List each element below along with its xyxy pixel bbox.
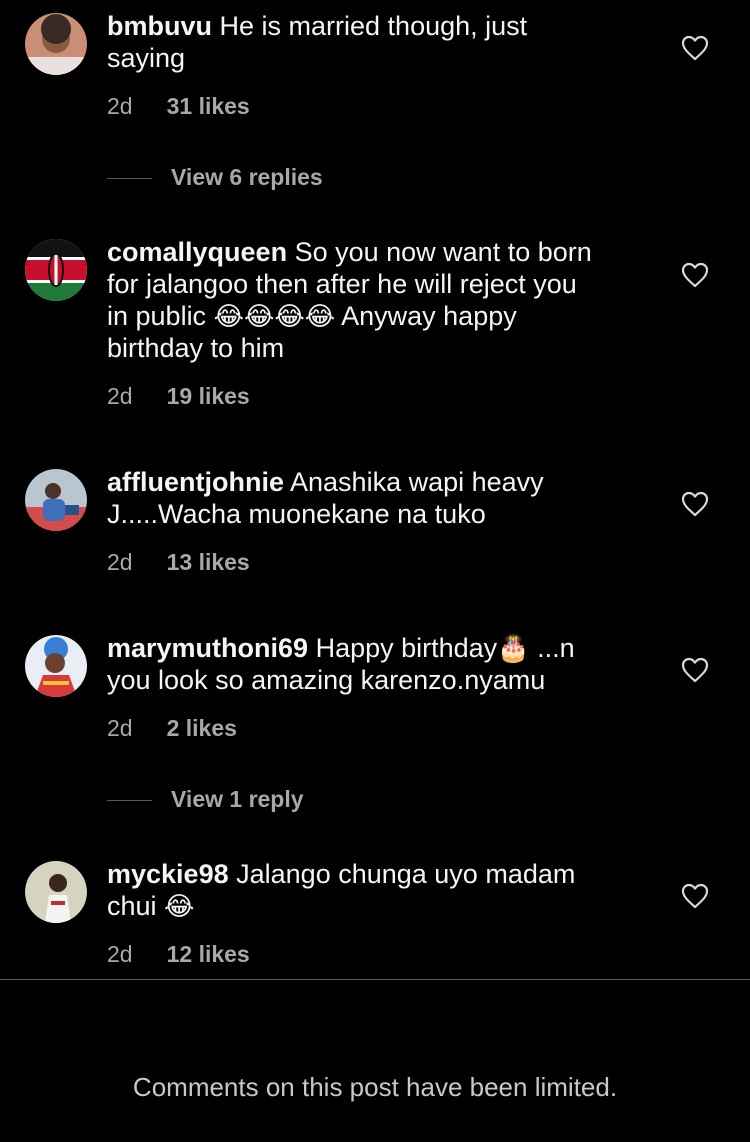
replies-line (107, 178, 152, 179)
comments-limited-notice: Comments on this post have been limited. (132, 1072, 618, 1102)
comment-meta: 2d 19 likes (107, 383, 250, 410)
heart-outline-icon[interactable] (681, 883, 709, 909)
comment-meta: 2d 31 likes (107, 93, 250, 120)
username[interactable]: marymuthoni69 (107, 633, 308, 663)
laughing-emoji: 😂 (164, 891, 195, 921)
comment-meta: 2d 13 likes (107, 549, 250, 576)
birthday-cake-emoji: 🎂 (497, 633, 530, 663)
likes-count[interactable]: 19 likes (167, 383, 250, 409)
likes-count[interactable]: 2 likes (167, 715, 237, 741)
likes-count[interactable]: 13 likes (167, 549, 250, 575)
username[interactable]: comallyqueen (107, 237, 287, 267)
comment-text: marymuthoni69 Happy birthday🎂 ...n you l… (107, 633, 575, 695)
timestamp: 2d (107, 383, 133, 409)
timestamp: 2d (107, 549, 133, 575)
timestamp: 2d (107, 93, 133, 119)
avatar[interactable] (25, 635, 87, 697)
avatar[interactable] (25, 13, 87, 75)
comment-text: myckie98 Jalango chunga uyo madam chui 😂 (107, 859, 576, 921)
heart-outline-icon[interactable] (681, 491, 709, 517)
heart-outline-icon[interactable] (681, 262, 709, 288)
heart-outline-icon[interactable] (681, 657, 709, 683)
timestamp: 2d (107, 715, 133, 741)
comment-text: affluentjohnie Anashika wapi heavy J....… (107, 467, 544, 529)
likes-count[interactable]: 12 likes (167, 941, 250, 967)
comment-meta: 2d 2 likes (107, 715, 237, 742)
replies-line (107, 800, 152, 801)
username[interactable]: bmbuvu (107, 11, 212, 41)
likes-count[interactable]: 31 likes (167, 93, 250, 119)
footer-divider (0, 979, 750, 980)
laughing-emoji: 😂😂😂😂 (213, 301, 336, 331)
comment-text: bmbuvu He is married though, just saying (107, 11, 528, 73)
avatar[interactable] (25, 469, 87, 531)
username[interactable]: affluentjohnie (107, 467, 284, 497)
username[interactable]: myckie98 (107, 859, 229, 889)
comment-text: comallyqueen So you now want to born for… (107, 237, 592, 363)
heart-outline-icon[interactable] (681, 35, 709, 61)
comment-meta: 2d 12 likes (107, 941, 250, 968)
avatar[interactable] (25, 861, 87, 923)
timestamp: 2d (107, 941, 133, 967)
avatar[interactable] (25, 239, 87, 301)
